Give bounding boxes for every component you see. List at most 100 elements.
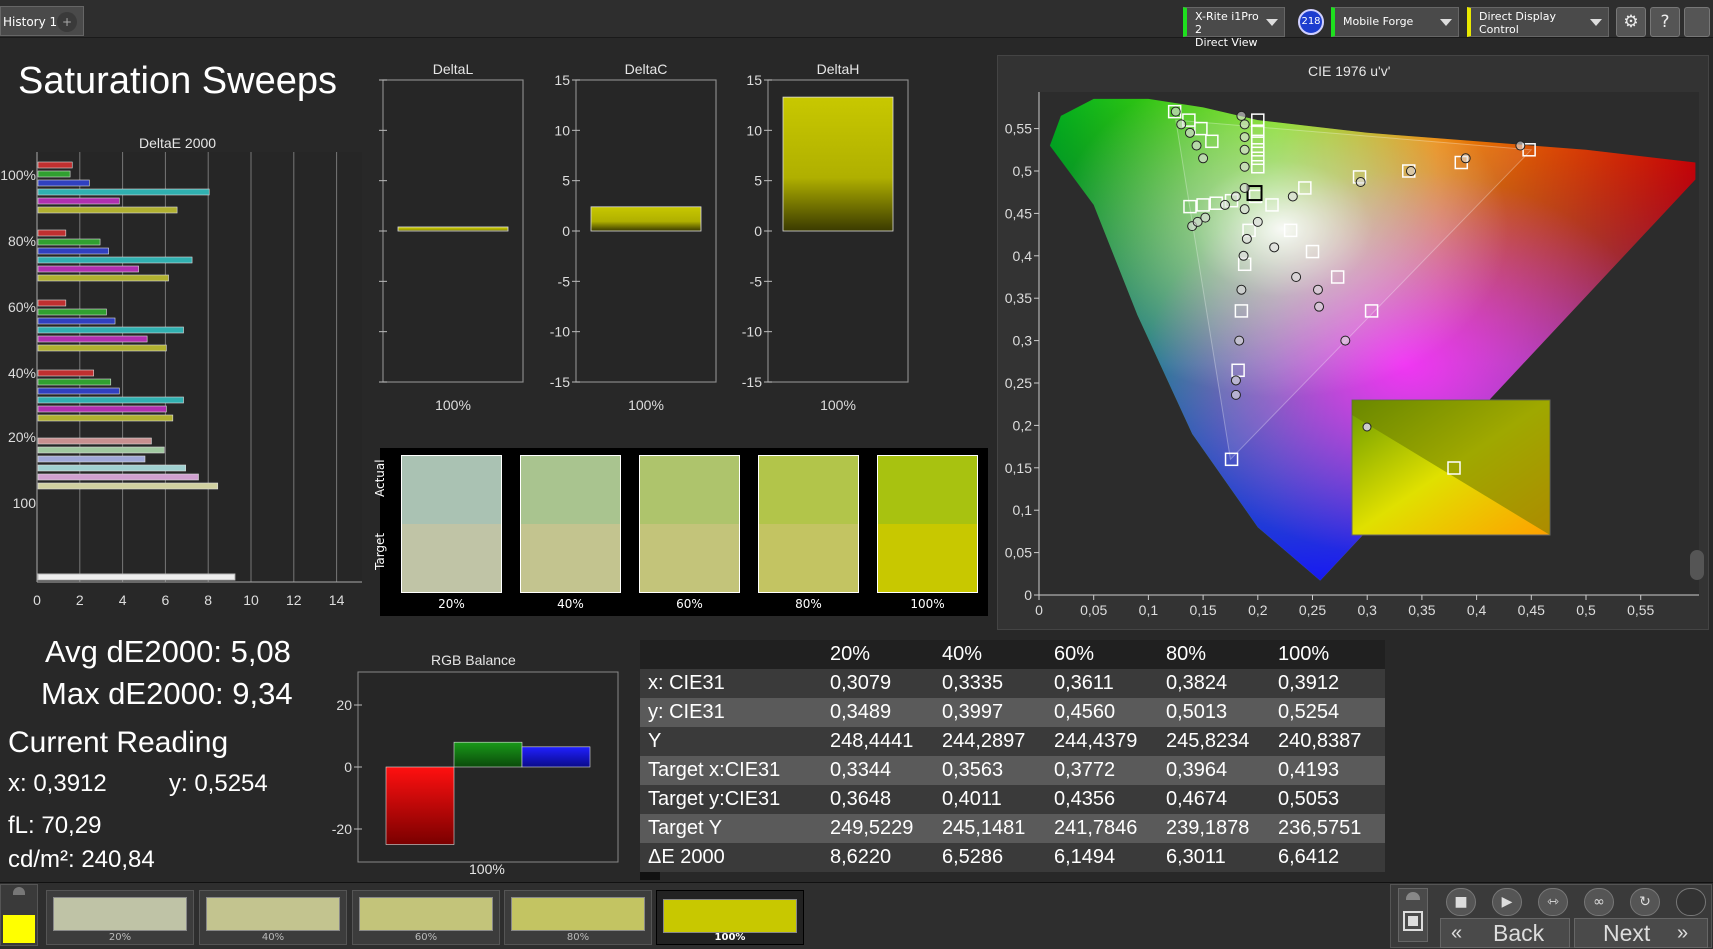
tick-label: -15 bbox=[550, 374, 570, 390]
current-color-panel[interactable] bbox=[0, 884, 38, 946]
tick-label: -10 bbox=[742, 324, 762, 340]
tick-label: 0 bbox=[754, 223, 762, 239]
pattern-source-label: Mobile Forge bbox=[1343, 15, 1414, 28]
cie-y-tick: 0 bbox=[1024, 587, 1032, 603]
meter-badge: 218 bbox=[1298, 9, 1324, 35]
record-button[interactable] bbox=[1676, 888, 1706, 916]
row-label: x: CIE31 bbox=[648, 672, 725, 694]
swatch-target bbox=[402, 524, 501, 592]
stop-panel[interactable] bbox=[1398, 888, 1428, 942]
patch-button[interactable]: 60% bbox=[352, 890, 500, 945]
cie-x-tick: 0,35 bbox=[1408, 602, 1435, 618]
swatch-4 bbox=[758, 455, 859, 593]
table-cell: 0,3563 bbox=[942, 759, 1004, 781]
table-row: Target y:CIE31 0,3648 0,4011 0,4356 0,4674 0,… bbox=[640, 785, 1385, 814]
table-cell: 0,3489 bbox=[830, 701, 892, 723]
loop-icon: ∞ bbox=[1593, 894, 1605, 910]
display-control-dropdown[interactable]: Direct Display Control bbox=[1467, 7, 1609, 37]
tab-history-1[interactable]: History 1 + bbox=[0, 6, 84, 36]
rgb-balance-xlabel: 100% bbox=[469, 861, 505, 877]
stop-button[interactable]: ■ bbox=[1446, 888, 1476, 916]
gear-icon: ⚙ bbox=[1623, 12, 1639, 32]
rgb-y-tick: -20 bbox=[332, 821, 352, 837]
next-label: Next bbox=[1603, 920, 1651, 946]
deltae-bar bbox=[37, 274, 169, 282]
settings-button[interactable]: ⚙ bbox=[1616, 7, 1646, 37]
tick-label: 5 bbox=[754, 173, 762, 189]
swatch-label: 20% bbox=[438, 597, 465, 611]
patch-button[interactable]: 100% bbox=[656, 890, 804, 945]
loop-button[interactable]: ∞ bbox=[1584, 888, 1614, 916]
back-button[interactable]: « Back bbox=[1440, 918, 1570, 948]
cie-y-tick: 0,55 bbox=[1005, 121, 1032, 137]
swatch-actual bbox=[640, 456, 739, 524]
deltae-bar bbox=[37, 326, 184, 334]
reading-y: y: 0,5254 bbox=[169, 770, 268, 797]
step-button[interactable]: ⇿ bbox=[1538, 888, 1568, 916]
table-cell: 0,4193 bbox=[1278, 759, 1340, 781]
table-cell: 236,5751 bbox=[1278, 817, 1362, 839]
table-cell: 245,1481 bbox=[942, 817, 1026, 839]
measured-marker bbox=[1460, 153, 1471, 164]
deltae-bar bbox=[37, 335, 148, 343]
measured-marker bbox=[1340, 335, 1351, 346]
patch-button[interactable]: 20% bbox=[46, 890, 194, 945]
x-tick-label: 4 bbox=[119, 592, 127, 608]
measured-marker bbox=[1170, 106, 1181, 117]
swatch-actual bbox=[402, 456, 501, 524]
help-button[interactable]: ? bbox=[1650, 7, 1680, 37]
delta-bar bbox=[782, 96, 894, 232]
deltae-bar bbox=[37, 405, 167, 413]
measured-marker bbox=[1230, 375, 1241, 386]
pattern-source-dropdown[interactable]: Mobile Forge bbox=[1331, 7, 1459, 37]
table-cell: 248,4441 bbox=[830, 730, 914, 752]
table-header: 20% 40% 60% 80% 100% bbox=[640, 640, 1385, 669]
measured-marker bbox=[1198, 153, 1209, 164]
meter-dropdown[interactable]: X-Rite i1Pro 2 Direct View bbox=[1183, 7, 1285, 49]
measured-marker bbox=[1252, 216, 1263, 227]
patch-button[interactable]: 40% bbox=[199, 890, 347, 945]
measured-marker bbox=[1230, 389, 1241, 400]
next-button[interactable]: Next » bbox=[1574, 918, 1708, 948]
table-cell: 0,4560 bbox=[1054, 701, 1116, 723]
measured-marker bbox=[1234, 335, 1245, 346]
play-button[interactable]: ▶ bbox=[1492, 888, 1522, 916]
deltae-bar bbox=[37, 265, 139, 273]
cie-diagram: 0,55 0,5 0,45 0,4 0,35 0,3 0,25 0,2 0,15 0,1 0,05 0… bbox=[1005, 92, 1704, 618]
deltae-bar bbox=[37, 238, 101, 246]
cie-y-tick: 0,5 bbox=[1013, 163, 1033, 179]
deltae-bar bbox=[37, 387, 120, 395]
table-row: ΔE 2000 8,6220 6,5286 6,1494 6,3011 6,6412 bbox=[640, 843, 1385, 872]
measured-marker bbox=[1191, 140, 1202, 151]
measured-marker bbox=[1239, 132, 1250, 143]
measured-marker bbox=[1239, 161, 1250, 172]
deltae-bar bbox=[37, 482, 219, 490]
tick-label: 10 bbox=[746, 122, 762, 138]
cie-x-tick: 0,4 bbox=[1467, 602, 1487, 618]
table-row: y: CIE31 0,3489 0,3997 0,4560 0,5013 0,5254 bbox=[640, 698, 1385, 727]
swatch-label: 40% bbox=[557, 597, 584, 611]
chevron-left-icon: « bbox=[1451, 922, 1463, 944]
deltae-bar bbox=[37, 455, 146, 463]
refresh-button[interactable]: ↻ bbox=[1630, 888, 1660, 916]
reading-x: x: 0,3912 bbox=[8, 770, 107, 797]
table-row: Target Y 249,5229 245,1481 241,7846 239,1878… bbox=[640, 814, 1385, 843]
measured-marker bbox=[1176, 119, 1187, 130]
x-tick-label: 12 bbox=[286, 592, 302, 608]
deltae-bar bbox=[37, 308, 107, 316]
patch-label: 60% bbox=[414, 932, 438, 943]
row-label: ΔE 2000 bbox=[648, 846, 725, 868]
cie-y-tick: 0,2 bbox=[1013, 417, 1033, 433]
chevron-right-icon: » bbox=[1677, 922, 1689, 944]
swatch-target bbox=[759, 524, 858, 592]
swatch-1 bbox=[401, 455, 502, 593]
tick-label: 10 bbox=[554, 122, 570, 138]
rgb-balance-title: RGB Balance bbox=[431, 652, 516, 668]
table-cell: 0,3824 bbox=[1166, 672, 1228, 694]
patch-color bbox=[53, 897, 187, 931]
table-cell: 245,8234 bbox=[1166, 730, 1250, 752]
add-tab-button[interactable]: + bbox=[57, 12, 77, 32]
patch-button[interactable]: 80% bbox=[504, 890, 652, 945]
deltae-chart-title: DeltaE 2000 bbox=[139, 135, 217, 151]
more-button[interactable] bbox=[1684, 7, 1710, 37]
